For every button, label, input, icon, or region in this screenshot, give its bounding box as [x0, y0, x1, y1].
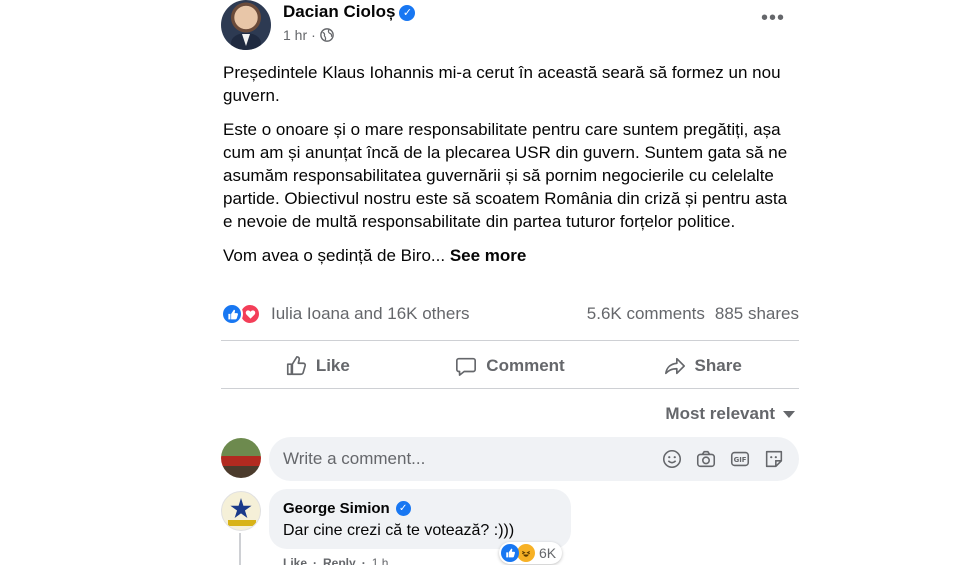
- thumbs-up-icon: [286, 356, 306, 376]
- facebook-post: Dacian Cioloș ✓ 1 hr · ••• Președintele K…: [221, 0, 799, 565]
- more-options-icon[interactable]: •••: [761, 8, 785, 28]
- reaction-names[interactable]: Iulia Ioana and 16K others: [271, 304, 469, 324]
- author-name-row: Dacian Cioloș ✓: [283, 2, 416, 22]
- verified-badge-icon: ✓: [395, 501, 411, 516]
- comment-reply-link[interactable]: Reply: [323, 556, 356, 565]
- thread-line: [239, 533, 241, 565]
- comment-label: Comment: [486, 356, 565, 375]
- author-name[interactable]: Dacian Cioloș: [283, 2, 395, 21]
- comment-reaction-count: 6K: [539, 545, 557, 561]
- sort-comments-dropdown[interactable]: Most relevant: [665, 404, 795, 424]
- globe-icon: [319, 28, 334, 42]
- comment-actions: Like · Reply · 1 h: [283, 556, 388, 565]
- comment-input[interactable]: Write a comment... GIF: [269, 437, 799, 481]
- haha-reaction-icon: [517, 544, 535, 562]
- divider-bottom: [221, 388, 799, 389]
- gif-icon[interactable]: GIF: [729, 448, 751, 470]
- caret-down-icon: [783, 410, 795, 418]
- divider-top: [221, 340, 799, 341]
- comment-like-link[interactable]: Like: [283, 556, 307, 565]
- author-avatar[interactable]: [221, 0, 271, 50]
- composer-icons: GIF: [661, 448, 799, 470]
- link-separator: ·: [313, 556, 318, 565]
- post-actions: Like Comment Share: [221, 345, 799, 387]
- like-reaction-icon: [221, 303, 243, 325]
- share-icon: [664, 357, 685, 375]
- comment-time[interactable]: 1 h: [372, 556, 389, 565]
- post-body: Președintele Klaus Iohannis mi-a cerut î…: [223, 61, 799, 278]
- share-label: Share: [694, 356, 742, 375]
- see-more-link[interactable]: See more: [450, 246, 527, 265]
- commenter-name-row: George Simion ✓: [283, 500, 557, 517]
- commenter-avatar[interactable]: [221, 491, 261, 531]
- comments-count[interactable]: 5.6K comments: [587, 304, 705, 324]
- emoji-icon[interactable]: [661, 448, 683, 470]
- link-separator: ·: [361, 556, 366, 565]
- share-button[interactable]: Share: [606, 345, 799, 387]
- avatar-logo-star: [230, 498, 252, 519]
- comment-icon: [456, 357, 477, 376]
- reactions-row: Iulia Ioana and 16K others 5.6K comments…: [221, 302, 799, 326]
- post-truncated-text: Vom avea o ședință de Biro...: [223, 246, 446, 265]
- like-button[interactable]: Like: [221, 345, 414, 387]
- avatar-logo-bar: [228, 520, 256, 526]
- reaction-icons[interactable]: [221, 303, 261, 325]
- camera-icon[interactable]: [695, 448, 717, 470]
- comment-reactions[interactable]: 6K: [499, 542, 563, 564]
- post-paragraph-1: Președintele Klaus Iohannis mi-a cerut î…: [223, 63, 781, 105]
- commenter-name[interactable]: George Simion: [283, 500, 390, 517]
- verified-badge-icon: ✓: [399, 5, 416, 21]
- sticker-icon[interactable]: [763, 448, 785, 470]
- comment-button[interactable]: Comment: [414, 345, 607, 387]
- like-reaction-icon: [501, 544, 519, 562]
- shares-count[interactable]: 885 shares: [715, 304, 799, 324]
- comment-text: Dar cine crezi că te votează? :))): [283, 522, 515, 539]
- meta-separator: ·: [311, 27, 316, 43]
- post-time[interactable]: 1 hr: [283, 27, 307, 43]
- engagement-counts: 5.6K comments 885 shares: [587, 304, 799, 324]
- post-meta: 1 hr ·: [283, 27, 334, 43]
- sort-label: Most relevant: [665, 404, 775, 423]
- svg-text:GIF: GIF: [734, 456, 747, 464]
- post-paragraph-2: Este o onoare și o mare responsabilitate…: [223, 120, 788, 231]
- current-user-avatar[interactable]: [221, 438, 261, 478]
- post-paragraph-truncated: Vom avea o ședință de Biro... See more: [223, 244, 799, 267]
- comment-placeholder: Write a comment...: [283, 449, 426, 468]
- like-label: Like: [315, 356, 350, 375]
- comment-bubble: George Simion ✓ Dar cine crezi că te vot…: [269, 489, 571, 549]
